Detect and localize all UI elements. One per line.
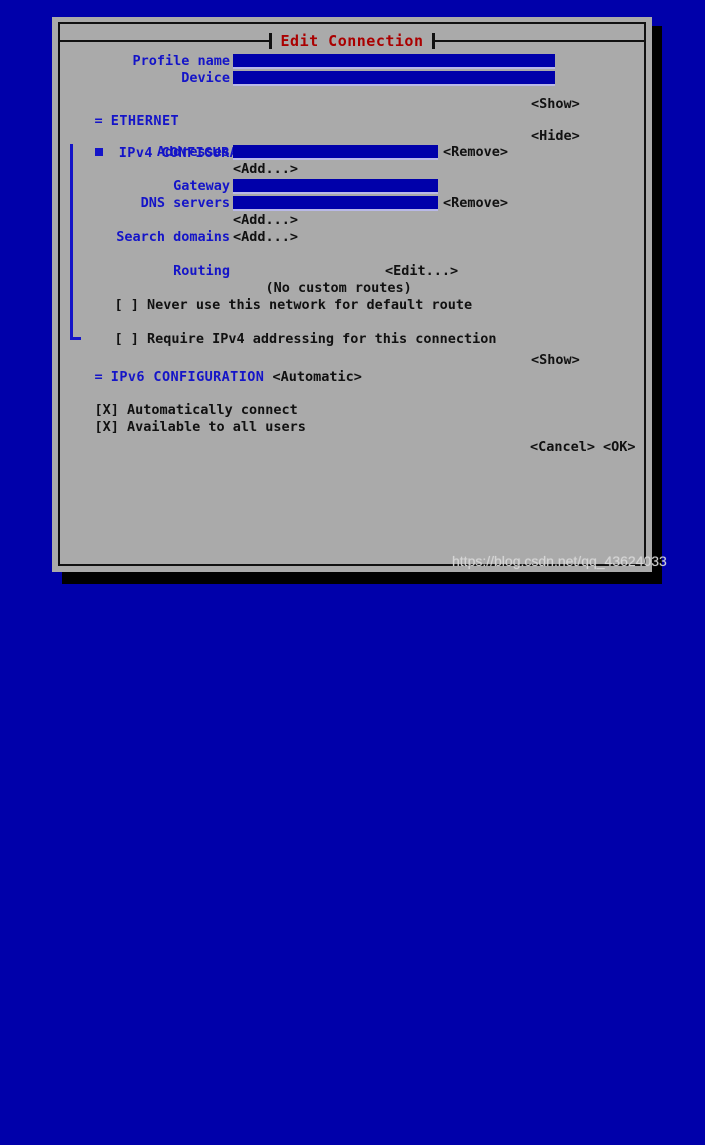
- ethernet-section-title: ETHERNET: [110, 113, 180, 129]
- dns-servers-remove-button[interactable]: <Remove>: [443, 195, 508, 212]
- device-label: Device: [181, 70, 230, 86]
- ipv4-hide-button[interactable]: <Hide>: [531, 128, 580, 145]
- profile-name-label: Profile name: [132, 53, 230, 69]
- dns-servers-input[interactable]: 172.24.8.254: [233, 196, 438, 211]
- addresses-label: Addresses: [156, 144, 230, 160]
- device-value: eth0 (00:0C:29:2D:3D:F0): [267, 85, 462, 86]
- dns-servers-add-button[interactable]: <Add...>: [233, 212, 298, 229]
- never-default-route-checkbox[interactable]: [ ] Never use this network for default r…: [82, 280, 473, 313]
- ipv6-section-header[interactable]: = IPv6 CONFIGURATION <Automatic>: [62, 352, 362, 385]
- ipv6-section-title: IPv6 CONFIGURATION: [110, 369, 265, 385]
- addresses-remove-button[interactable]: <Remove>: [443, 144, 508, 161]
- available-all-users-box: [X]: [94, 419, 119, 435]
- ipv6-method-dropdown[interactable]: <Automatic>: [272, 369, 361, 385]
- ok-button[interactable]: <OK>: [603, 439, 636, 456]
- dns-servers-value: 172.24.8.254: [267, 210, 365, 211]
- cancel-button[interactable]: <Cancel>: [530, 439, 595, 456]
- gateway-input[interactable]: 172.24.8.254: [233, 179, 438, 194]
- never-default-route-label: Never use this network for default route: [147, 297, 473, 313]
- routing-label: Routing: [173, 263, 230, 279]
- never-default-route-box: [ ]: [114, 297, 139, 313]
- search-domains-label: Search domains: [116, 229, 230, 245]
- device-input[interactable]: eth0 (00:0C:29:2D:3D:F0): [233, 71, 555, 86]
- ipv6-expand-marker: =: [94, 369, 103, 385]
- ethernet-expand-marker: =: [94, 113, 103, 129]
- routing-edit-button[interactable]: <Edit...>: [385, 263, 458, 280]
- ipv6-show-button[interactable]: <Show>: [531, 352, 580, 369]
- ipv4-section-header[interactable]: IPv4 CONFIGURATION <Manual>: [62, 128, 345, 161]
- gateway-label: Gateway: [173, 178, 230, 194]
- ethernet-section-header[interactable]: = ETHERNET: [62, 96, 179, 129]
- addresses-value: 172.24.8.10/24: [267, 159, 381, 160]
- available-all-users-label: Available to all users: [127, 419, 306, 435]
- ipv4-group-foot: [70, 337, 81, 340]
- dialog-content: Profile name eth0_ Device eth0 (00:0C:29…: [62, 40, 642, 560]
- ethernet-show-button[interactable]: <Show>: [531, 96, 580, 113]
- require-ipv4-checkbox[interactable]: [ ] Require IPv4 addressing for this con…: [82, 314, 497, 347]
- watermark: https://blog.csdn.net/qq_43624033: [452, 553, 667, 569]
- addresses-input[interactable]: 172.24.8.10/24: [233, 145, 438, 160]
- addresses-add-button[interactable]: <Add...>: [233, 161, 298, 178]
- gateway-value: 172.24.8.254: [267, 193, 365, 194]
- available-all-users-checkbox[interactable]: [X] Available to all users: [62, 402, 306, 435]
- profile-name-value: eth0: [267, 68, 300, 69]
- dns-servers-label: DNS servers: [140, 195, 230, 211]
- require-ipv4-label: Require IPv4 addressing for this connect…: [147, 331, 497, 347]
- search-domains-add-button[interactable]: <Add...>: [233, 229, 298, 246]
- profile-name-input[interactable]: eth0_: [233, 54, 555, 69]
- auto-connect-checkbox[interactable]: [X] Automatically connect: [62, 385, 298, 418]
- require-ipv4-box: [ ]: [114, 331, 139, 347]
